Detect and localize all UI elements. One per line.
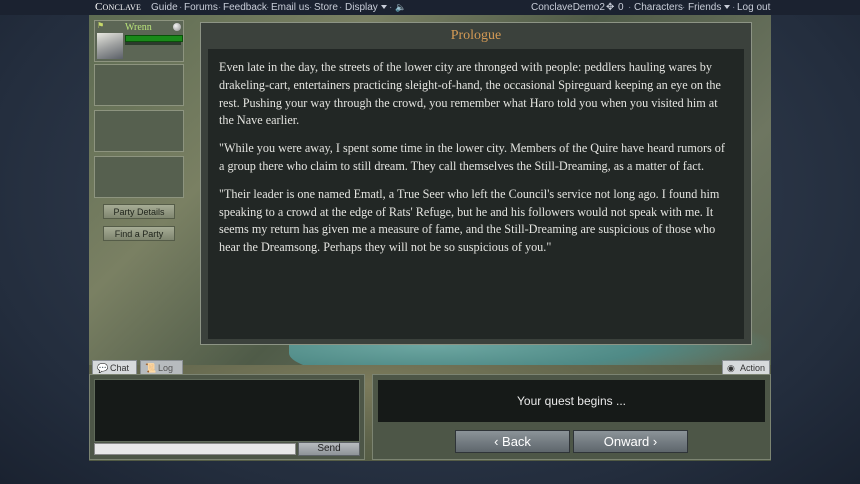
friends-label: Friends [688,2,722,13]
party-slot-empty [94,64,184,106]
action-panel: Your quest begins ... ‹ Back Onward › [372,374,771,460]
action-orb-icon: ◉ [727,363,735,373]
speech-bubble-icon: 💬 [97,363,109,373]
story-paragraph: "While you were away, I spent some time … [219,141,725,173]
tab-chat[interactable]: 💬 Chat [92,360,137,375]
chat-log[interactable] [94,379,360,442]
status-orb-icon [173,23,181,31]
nav-separator: · [309,2,313,13]
chat-panel: Send [89,374,365,460]
tab-log-label: Log [158,363,174,373]
send-button[interactable]: Send [298,442,360,456]
nav-guide-link[interactable]: Guide [151,0,178,15]
nav-forums-link[interactable]: Forums [184,0,218,15]
story-paragraph: Even late in the day, the streets of the… [219,60,721,128]
onward-button[interactable]: Onward › [573,430,688,453]
nav-separator: · [389,2,393,13]
nav-feedback-link[interactable]: Feedback [223,0,267,15]
scroll-icon: 📜 [145,363,157,373]
tab-chat-label: Chat [110,363,130,373]
tab-log[interactable]: 📜 Log [140,360,183,375]
chevron-down-icon [380,5,387,9]
sound-icon[interactable]: 🔈 [395,0,406,15]
party-member-name: Wrenn [125,22,152,33]
display-label: Display [345,2,378,13]
top-nav: Conclave Guide · Forums · Feedback · Ema… [0,0,860,15]
nav-separator: · [266,2,270,13]
chevron-down-icon [724,5,731,9]
story-panel: Prologue Even late in the day, the stree… [200,22,752,345]
flag-icon: ⚑ [97,21,105,30]
party-details-button[interactable]: Party Details [103,204,175,219]
story-title: Prologue [450,28,502,43]
nav-separator: · [732,2,736,13]
tab-action[interactable]: ◉ Action [722,360,770,375]
nav-store-link[interactable]: Store [314,0,338,15]
avatar [97,33,123,59]
party-slot-empty [94,110,184,152]
story-paragraph: "Their leader is one named Ematl, a True… [219,186,720,255]
conclave-logo[interactable]: Conclave [95,0,141,15]
action-message: Your quest begins ... [378,380,765,422]
nav-separator: · [339,2,343,13]
party-slot-empty [94,156,184,198]
health-bar [125,35,183,42]
story-text: Even late in the day, the streets of the… [208,49,744,339]
logout-link[interactable]: Log out [737,0,770,15]
nav-separator: · [600,2,604,13]
nav-display-menu[interactable]: Display [345,0,387,15]
nav-characters-link[interactable]: Characters [634,0,683,15]
username-link[interactable]: ConclaveDemo2 [531,0,605,15]
nav-separator: · [682,2,686,13]
nav-separator: · [628,2,632,13]
chat-input[interactable] [94,443,296,455]
nav-friends-menu[interactable]: Friends [688,0,731,15]
nav-separator: · [218,2,222,13]
find-party-button[interactable]: Find a Party [103,226,175,241]
gem-icon: ✥ [606,2,615,13]
party-member-card[interactable]: ⚑ Wrenn [94,20,184,62]
resource-bar [125,42,181,45]
tab-action-label: Action [740,363,766,373]
nav-separator: · [179,2,183,13]
nav-email-link[interactable]: Email us [271,0,309,15]
back-button[interactable]: ‹ Back [455,430,570,453]
gem-count: 0 [618,2,624,13]
